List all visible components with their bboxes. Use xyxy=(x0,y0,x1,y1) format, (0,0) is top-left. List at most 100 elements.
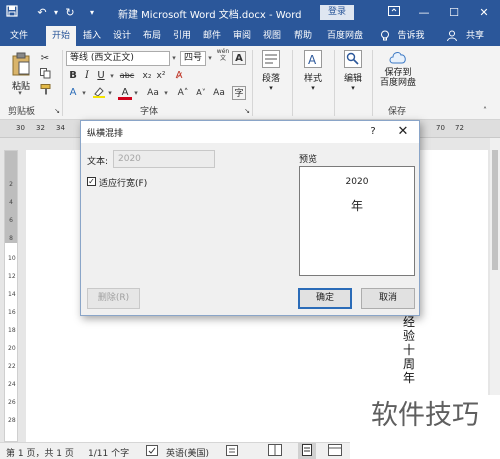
ruler-tick: 72 xyxy=(455,124,464,132)
scrollbar-thumb[interactable] xyxy=(492,150,498,270)
print-layout-icon[interactable] xyxy=(298,443,316,459)
vertical-ruler-tick: 20 xyxy=(8,345,16,352)
tab-file[interactable]: 文件 xyxy=(6,26,32,46)
dialog-title: 纵横混排 xyxy=(87,129,124,139)
svg-text:A: A xyxy=(308,53,317,67)
vertical-ruler-tick: 18 xyxy=(8,327,16,334)
superscript-icon[interactable]: x² xyxy=(154,69,168,83)
macro-record-icon[interactable] xyxy=(226,445,238,459)
word-count[interactable]: 1/11 个字 xyxy=(88,446,129,459)
editing-dropdown-icon: ▾ xyxy=(351,84,355,92)
tell-me-search[interactable]: 告诉我 xyxy=(394,26,428,46)
ok-button[interactable]: 确定 xyxy=(298,288,352,309)
grow-font-icon[interactable]: A˄ xyxy=(176,86,190,100)
text-effects-dropdown-icon[interactable]: ▾ xyxy=(80,86,88,100)
document-vertical-text[interactable]: 经验十周年 xyxy=(402,315,416,385)
tab-layout[interactable]: 布局 xyxy=(140,26,164,46)
text-field-label: 文本: xyxy=(87,157,109,167)
tab-home[interactable]: 开始 xyxy=(46,26,76,46)
font-color-dropdown-icon[interactable]: ▾ xyxy=(132,86,140,100)
font-color-icon[interactable]: A xyxy=(118,86,132,100)
shrink-font-icon[interactable]: A˅ xyxy=(194,86,208,100)
group-separator xyxy=(334,50,335,116)
window-title: 新建 Microsoft Word 文档.docx - Word xyxy=(118,10,302,21)
tab-insert[interactable]: 插入 xyxy=(80,26,104,46)
preview-label: 预览 xyxy=(299,155,318,165)
vertical-ruler-tick: 26 xyxy=(8,399,16,406)
font-name-dropdown-icon[interactable]: ▾ xyxy=(170,51,178,65)
tab-baidu-netdisk[interactable]: 百度网盘 xyxy=(322,26,368,46)
login-button[interactable]: 登录 xyxy=(320,5,354,20)
read-mode-icon[interactable] xyxy=(268,444,282,459)
change-case-icon[interactable]: Aa xyxy=(144,86,162,100)
font-size-field[interactable]: 四号 xyxy=(180,51,206,66)
tab-review[interactable]: 审阅 xyxy=(230,26,254,46)
highlight-dropdown-icon[interactable]: ▾ xyxy=(106,86,114,100)
ruler-tick: 30 xyxy=(16,124,25,132)
vertical-ruler: 2 4 6 8 10 12 14 16 18 20 22 24 26 28 xyxy=(4,150,18,442)
title-bar: ↶ ▾ ↻ ▾ 新建 Microsoft Word 文档.docx - Word… xyxy=(0,0,500,26)
lightbulb-icon[interactable] xyxy=(378,26,392,46)
tab-view[interactable]: 视图 xyxy=(260,26,284,46)
vertical-ruler-tick: 10 xyxy=(8,255,16,262)
ribbon-tabs: 文件 开始 插入 设计 布局 引用 邮件 审阅 视图 帮助 百度网盘 告诉我 共… xyxy=(0,26,500,46)
editing-button[interactable]: 编辑 ▾ xyxy=(340,50,366,92)
fit-line-width-label[interactable]: 适应行宽(F) xyxy=(99,176,147,189)
cancel-button[interactable]: 取消 xyxy=(361,288,415,309)
collapse-ribbon-icon[interactable]: ˄ xyxy=(478,104,492,118)
cut-icon[interactable]: ✂ xyxy=(38,52,52,66)
vertical-ruler-tick: 12 xyxy=(8,273,16,280)
page-count[interactable]: 第 1 页，共 1 页 xyxy=(6,446,74,459)
highlight-icon[interactable] xyxy=(92,86,106,100)
vertical-ruler-tick: 28 xyxy=(8,417,16,424)
tab-help[interactable]: 帮助 xyxy=(291,26,315,46)
ribbon-display-options-icon[interactable] xyxy=(384,5,404,21)
fit-line-width-checkbox[interactable]: ✓ xyxy=(87,177,96,186)
save-icon[interactable] xyxy=(4,5,20,21)
copy-icon[interactable] xyxy=(38,68,52,82)
underline-icon[interactable]: U xyxy=(94,69,108,83)
change-case-dropdown-icon[interactable]: ▾ xyxy=(162,86,170,100)
minimize-icon[interactable]: — xyxy=(414,5,434,21)
close-icon[interactable]: ✕ xyxy=(395,124,411,140)
underline-dropdown-icon[interactable]: ▾ xyxy=(108,69,116,83)
status-bar: 第 1 页，共 1 页 1/11 个字 英语(美国) xyxy=(0,442,350,459)
bold-icon[interactable]: B xyxy=(66,69,80,83)
share-button[interactable]: 共享 xyxy=(460,26,490,46)
tab-references[interactable]: 引用 xyxy=(170,26,194,46)
help-icon[interactable]: ? xyxy=(365,124,381,140)
format-painter-icon[interactable] xyxy=(38,84,52,98)
font-group-label: 字体 xyxy=(140,107,159,117)
font-size-dropdown-icon[interactable]: ▾ xyxy=(206,51,214,65)
web-layout-icon[interactable] xyxy=(328,444,342,459)
vertical-ruler-tick: 8 xyxy=(9,235,13,242)
vertical-ruler-tick: 14 xyxy=(8,291,16,298)
phonetic-guide-icon[interactable]: wén 文 xyxy=(216,48,230,66)
character-shading-icon[interactable]: Aa xyxy=(212,86,226,100)
save-to-baidu-button[interactable]: 保存到 百度网盘 xyxy=(376,49,420,88)
maximize-icon[interactable]: ☐ xyxy=(444,5,464,21)
text-input[interactable]: 2020 xyxy=(113,150,215,168)
enclose-characters-icon[interactable]: 字 xyxy=(232,86,246,100)
share-person-icon[interactable] xyxy=(446,26,458,46)
paste-dropdown-icon[interactable]: ▾ xyxy=(16,86,24,100)
italic-icon[interactable]: I xyxy=(80,69,94,83)
tab-mailings[interactable]: 邮件 xyxy=(200,26,224,46)
tab-design[interactable]: 设计 xyxy=(110,26,134,46)
character-border-icon[interactable]: A xyxy=(232,51,246,65)
text-effects-icon[interactable]: A xyxy=(66,86,80,100)
close-window-icon[interactable]: ✕ xyxy=(474,5,494,21)
strikethrough-icon[interactable]: abc xyxy=(118,69,136,83)
save-to-baidu-label-2: 百度网盘 xyxy=(379,78,416,88)
proofing-icon[interactable] xyxy=(146,445,158,459)
subscript-icon[interactable]: x₂ xyxy=(140,69,154,83)
font-name-field[interactable]: 等线 (西文正文) xyxy=(66,51,170,66)
paragraph-button[interactable]: 段落 ▾ xyxy=(258,50,284,92)
styles-button[interactable]: A 样式 ▾ xyxy=(300,50,326,92)
clear-formatting-icon[interactable]: A̷ xyxy=(172,69,186,83)
delete-button[interactable]: 删除(R) xyxy=(87,288,140,309)
language-indicator[interactable]: 英语(美国) xyxy=(166,446,209,459)
redo-icon[interactable]: ↻ xyxy=(62,5,78,21)
quick-access-customize-icon[interactable]: ▾ xyxy=(84,5,100,21)
group-separator xyxy=(292,50,293,116)
